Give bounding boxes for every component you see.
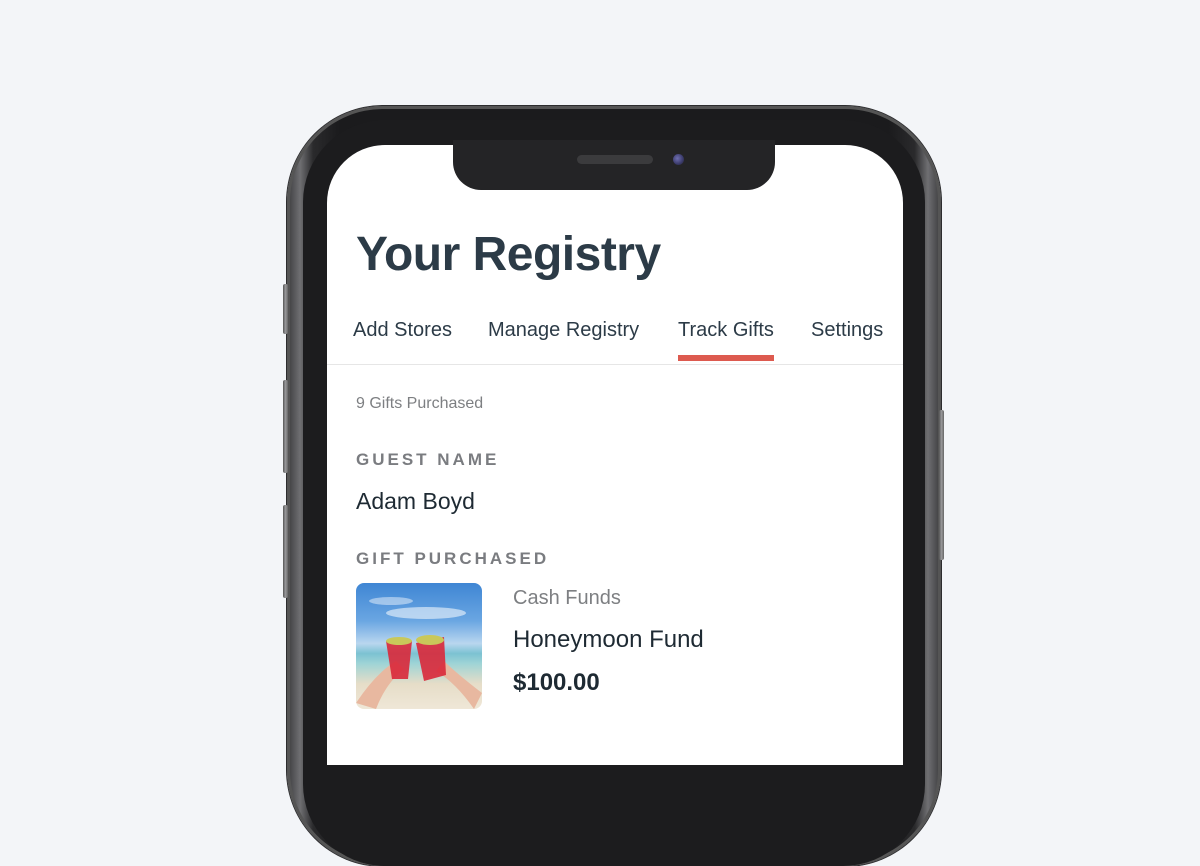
page-title: Your Registry [356, 228, 661, 281]
front-camera-icon [673, 154, 684, 165]
registry-tabs: Add Stores Manage Registry Track Gifts S… [327, 313, 903, 365]
gift-price: $100.00 [513, 669, 600, 696]
gift-name[interactable]: Honeymoon Fund [513, 626, 704, 654]
volume-up-button [283, 380, 288, 473]
gift-category: Cash Funds [513, 587, 621, 609]
guest-name-value: Adam Boyd [356, 488, 475, 514]
tab-manage-registry[interactable]: Manage Registry [488, 319, 639, 342]
gift-image[interactable] [356, 583, 482, 709]
tab-track-gifts[interactable]: Track Gifts [678, 319, 774, 361]
tab-settings[interactable]: Settings [811, 319, 883, 342]
mute-switch [283, 284, 288, 334]
power-button [939, 410, 944, 560]
phone-notch [453, 140, 775, 190]
tab-add-stores[interactable]: Add Stores [353, 319, 452, 342]
gifts-purchased-count: 9 Gifts Purchased [356, 395, 484, 412]
speaker-grille [577, 155, 653, 164]
beach-cocktails-illustration [356, 597, 482, 709]
gift-purchased-label: GIFT PURCHASED [356, 549, 550, 568]
phone-screen: Your Registry Add Stores Manage Registry… [327, 145, 903, 765]
volume-down-button [283, 505, 288, 598]
guest-name-label: GUEST NAME [356, 450, 500, 469]
